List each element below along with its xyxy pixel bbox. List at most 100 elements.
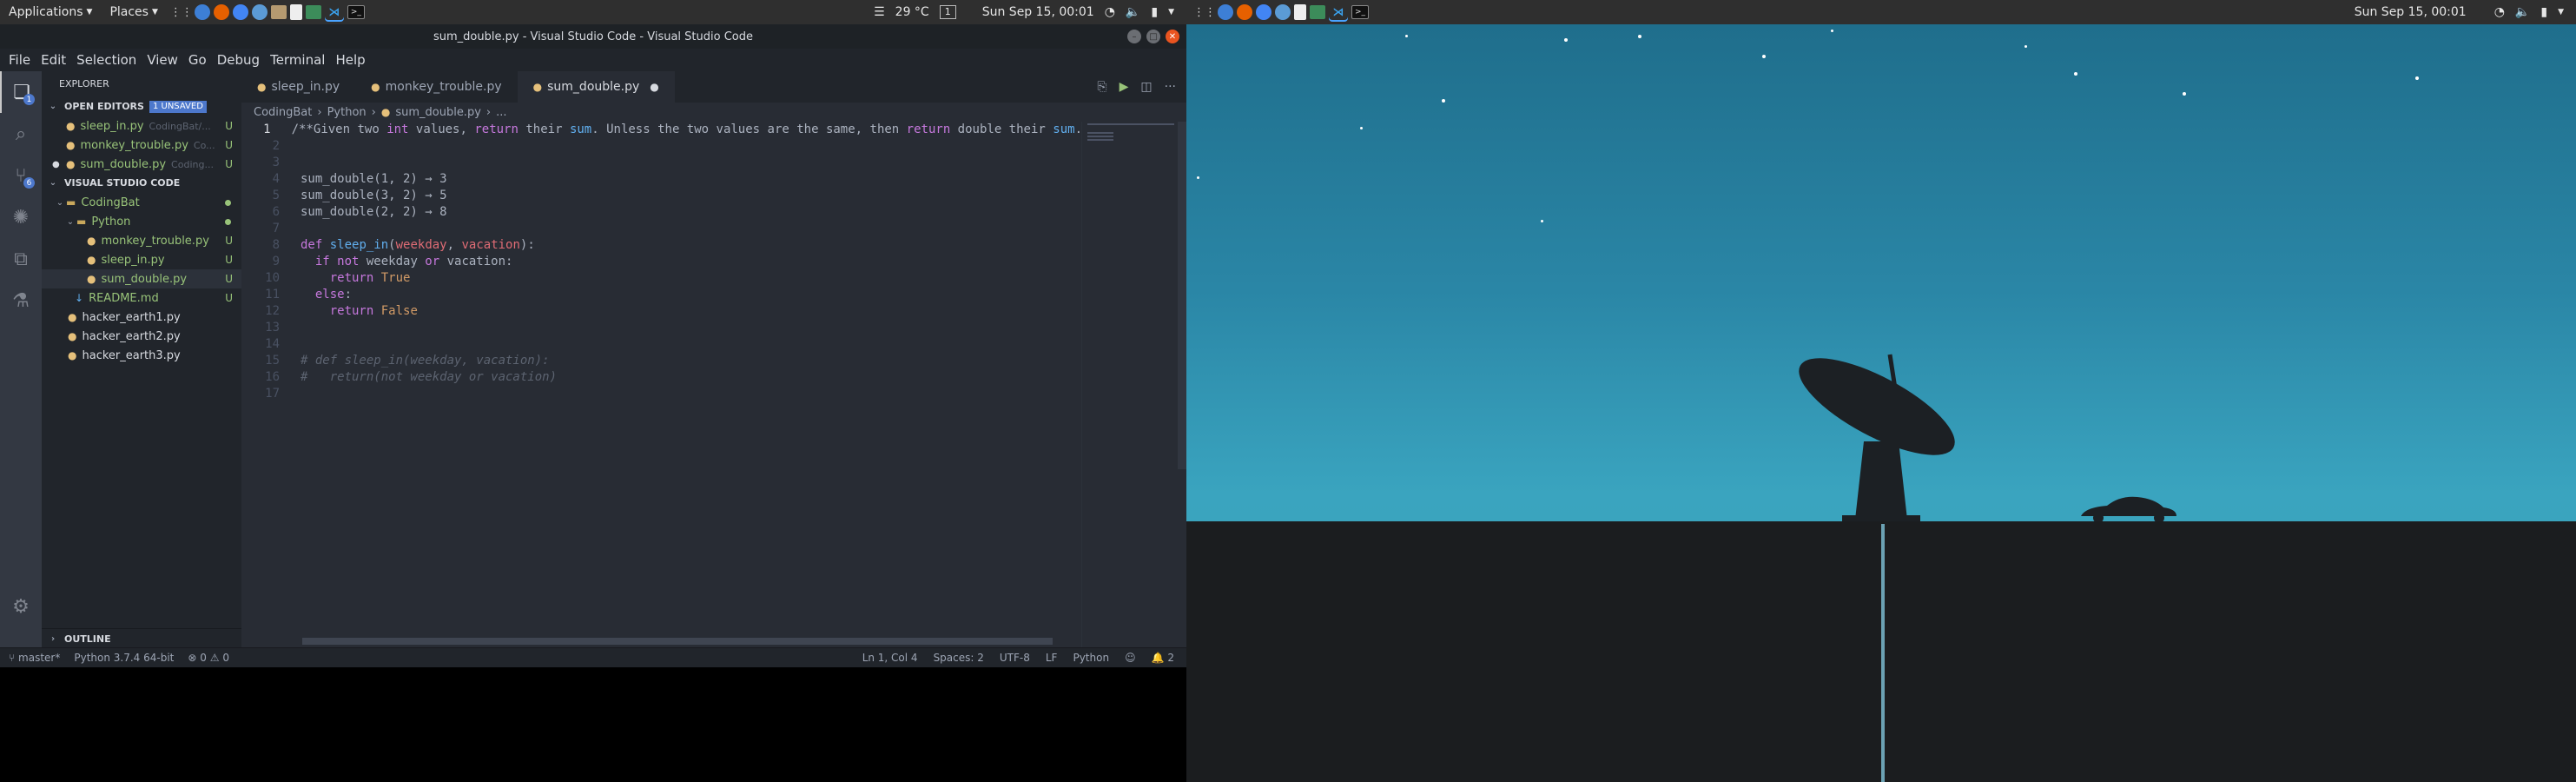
volume-icon[interactable]: 🔈 xyxy=(2515,5,2530,19)
code-editor[interactable]: 1 /**Given two int values, return their s… xyxy=(241,122,1082,402)
open-editor-item[interactable]: ● sleep_in.py CodingBat/... U xyxy=(42,116,241,136)
encoding[interactable]: UTF-8 xyxy=(1000,652,1030,664)
search-icon[interactable]: ⌕ xyxy=(0,113,42,155)
language-mode[interactable]: Python xyxy=(1073,652,1109,664)
chrome-icon[interactable] xyxy=(232,4,248,20)
text-editor-icon[interactable] xyxy=(289,4,302,20)
debug-icon[interactable]: ✺ xyxy=(0,196,42,238)
tree-folder[interactable]: ⌄ ▬ Python xyxy=(42,212,241,231)
open-editor-item[interactable]: ● monkey_trouble.py Co... U xyxy=(42,136,241,155)
explorer-icon[interactable]: ❏ 1 xyxy=(0,71,42,113)
outline-section[interactable]: › OUTLINE xyxy=(42,628,241,648)
tree-file[interactable]: ● hacker_earth3.py xyxy=(42,346,241,365)
open-editor-item[interactable]: ● ● sum_double.py Coding... U xyxy=(42,155,241,174)
unsaved-dot-icon[interactable]: ● xyxy=(650,81,658,93)
chevron-down-icon[interactable]: ▼ xyxy=(1168,8,1174,17)
vscode-icon[interactable]: ⋊ xyxy=(1329,3,1348,22)
tree-folder[interactable]: ⌄ ▬ CodingBat xyxy=(42,193,241,212)
line-ending[interactable]: LF xyxy=(1046,652,1058,664)
run-icon[interactable]: ▶ xyxy=(1120,80,1129,94)
minimap-line xyxy=(1087,136,1113,137)
wifi-icon[interactable]: ◔ xyxy=(1105,5,1115,19)
menu-selection[interactable]: Selection xyxy=(71,52,142,68)
volume-icon[interactable]: 🔈 xyxy=(1126,5,1140,19)
chevron-down-icon[interactable]: ▼ xyxy=(2558,8,2564,17)
wifi-icon[interactable]: ◔ xyxy=(2494,5,2505,19)
indentation[interactable]: Spaces: 2 xyxy=(934,652,984,664)
minimap[interactable] xyxy=(1081,122,1186,648)
cursor-position[interactable]: Ln 1, Col 4 xyxy=(862,652,918,664)
thunderbird-icon[interactable] xyxy=(1218,4,1233,20)
chevron-down-icon: ▼ xyxy=(86,8,93,17)
menu-debug[interactable]: Debug xyxy=(212,52,265,68)
menu-go[interactable]: Go xyxy=(183,52,212,68)
tab-monkey-trouble[interactable]: ● monkey_trouble.py xyxy=(355,71,517,103)
code-segment: weekday xyxy=(359,255,426,268)
window-titlebar[interactable]: sum_double.py - Visual Studio Code - Vis… xyxy=(0,24,1186,49)
unsaved-dot-icon[interactable]: ● xyxy=(52,160,66,169)
python-interpreter[interactable]: Python 3.7.4 64-bit xyxy=(74,652,174,664)
menu-file[interactable]: File xyxy=(3,52,36,68)
line-text: sum_double(3, 2) → 5 xyxy=(301,189,447,202)
clock[interactable]: Sun Sep 15, 00:01 xyxy=(2355,5,2467,19)
tree-file[interactable]: ● sleep_in.py U xyxy=(42,250,241,269)
open-editors-section[interactable]: ⌄ OPEN EDITORS 1 UNSAVED xyxy=(42,97,241,116)
image-viewer-icon[interactable] xyxy=(1310,5,1325,19)
tab-sum-double[interactable]: ● sum_double.py ● xyxy=(517,71,675,103)
horizontal-scrollbar[interactable] xyxy=(302,638,1053,645)
chrome-icon[interactable] xyxy=(1256,4,1271,20)
breadcrumb-item[interactable]: Python xyxy=(327,106,367,119)
compare-icon[interactable]: ⎘ xyxy=(1097,80,1106,94)
maximize-button[interactable]: □ xyxy=(1146,30,1160,43)
terminal-icon[interactable]: >_ xyxy=(1351,5,1369,19)
menu-view[interactable]: View xyxy=(142,52,183,68)
vertical-scrollbar[interactable] xyxy=(1178,122,1186,469)
firefox-icon[interactable] xyxy=(213,4,229,20)
extensions-icon[interactable]: ⧉ xyxy=(0,238,42,280)
lock-icon[interactable]: ▮ xyxy=(2540,5,2547,19)
more-actions-icon[interactable]: ··· xyxy=(1165,80,1176,94)
workspace-section[interactable]: ⌄ VISUAL STUDIO CODE xyxy=(42,174,241,193)
app-grid-icon[interactable]: ⋮⋮ xyxy=(1193,3,1216,22)
lock-icon[interactable]: ▮ xyxy=(1151,5,1158,19)
branch-indicator[interactable]: ⑂ master* xyxy=(9,652,60,664)
chromium-icon[interactable] xyxy=(1275,4,1291,20)
tree-file-selected[interactable]: ● sum_double.py U xyxy=(42,269,241,288)
places-menu[interactable]: Places ▼ xyxy=(101,5,166,19)
terminal-icon[interactable]: >_ xyxy=(347,5,365,19)
split-editor-icon[interactable]: ◫ xyxy=(1140,80,1152,94)
test-flask-icon[interactable]: ⚗ xyxy=(0,280,42,321)
minimize-button[interactable]: – xyxy=(1127,30,1141,43)
app-grid-icon[interactable]: ⋮⋮ xyxy=(170,3,193,22)
feedback-icon[interactable]: ☺ xyxy=(1125,652,1136,664)
text-editor-icon[interactable] xyxy=(1294,4,1306,20)
breadcrumb-item[interactable]: sum_double.py xyxy=(395,106,481,119)
firefox-icon[interactable] xyxy=(1237,4,1252,20)
tree-file[interactable]: ↓ README.md U xyxy=(42,288,241,308)
menu-edit[interactable]: Edit xyxy=(36,52,71,68)
tab-sleep-in[interactable]: ● sleep_in.py xyxy=(241,71,355,103)
breadcrumb-item[interactable]: CodingBat xyxy=(254,106,312,119)
chromium-icon[interactable] xyxy=(251,4,268,20)
menu-help[interactable]: Help xyxy=(330,52,370,68)
vscode-icon[interactable]: ⋊ xyxy=(325,3,344,22)
tree-file[interactable]: ● hacker_earth2.py xyxy=(42,327,241,346)
tree-file[interactable]: ● hacker_earth1.py xyxy=(42,308,241,327)
files-icon[interactable] xyxy=(270,5,287,19)
problems-indicator[interactable]: ⊗ 0 ⚠ 0 xyxy=(188,652,229,664)
applications-menu[interactable]: Applications ▼ xyxy=(0,5,101,19)
source-control-icon[interactable]: ⑂ 6 xyxy=(0,155,42,196)
git-status: U xyxy=(225,158,233,170)
workspace-switcher[interactable]: 1 xyxy=(939,5,956,19)
code-segment: values, xyxy=(408,123,475,136)
tree-file[interactable]: ● monkey_trouble.py U xyxy=(42,231,241,250)
close-button[interactable]: ✕ xyxy=(1166,30,1179,43)
gear-icon[interactable]: ⚙ xyxy=(0,586,42,627)
temperature[interactable]: 29 °C xyxy=(895,5,929,19)
breadcrumb-item[interactable]: ... xyxy=(496,106,506,119)
clock[interactable]: Sun Sep 15, 00:01 xyxy=(982,5,1094,19)
notifications[interactable]: 🔔 2 xyxy=(1152,652,1174,664)
thunderbird-icon[interactable] xyxy=(194,4,210,20)
image-viewer-icon[interactable] xyxy=(305,5,321,19)
menu-terminal[interactable]: Terminal xyxy=(265,52,330,68)
